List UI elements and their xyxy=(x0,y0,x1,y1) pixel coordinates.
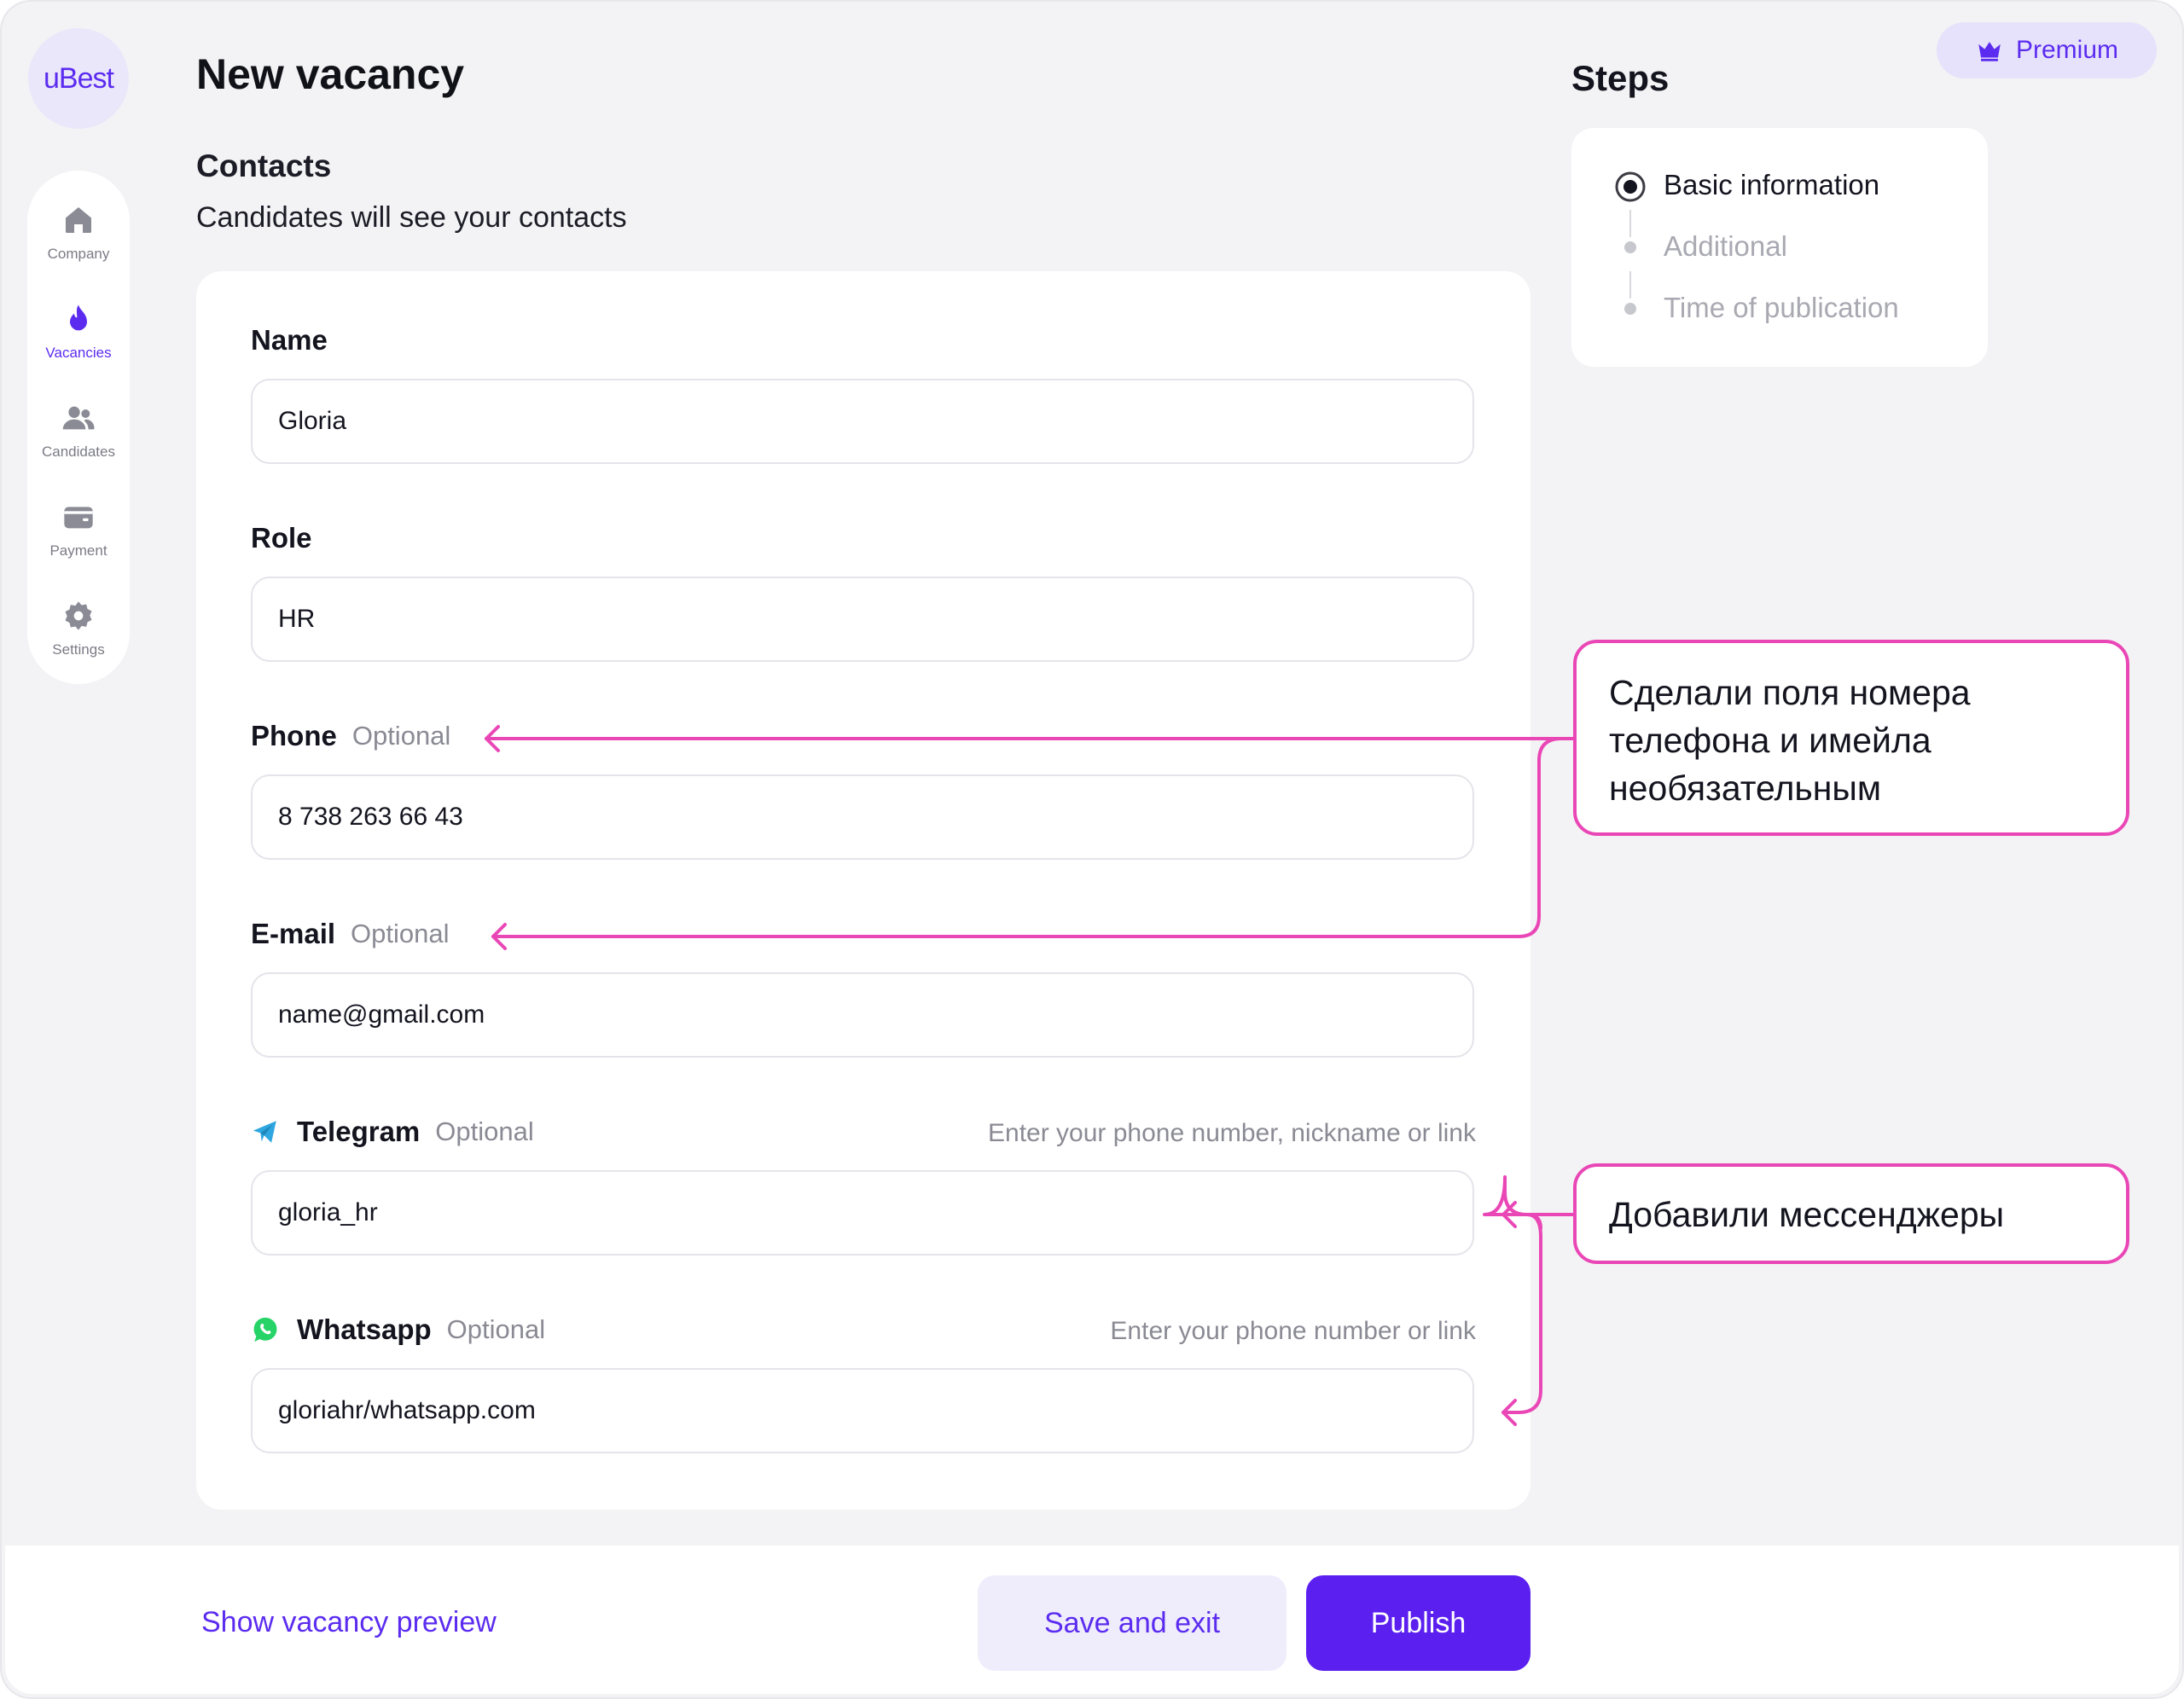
optional-tag: Optional xyxy=(435,1116,534,1146)
role-input[interactable] xyxy=(251,577,1474,662)
email-label-text: E-mail xyxy=(251,918,336,949)
step-connector xyxy=(1629,210,1631,237)
whatsapp-input[interactable] xyxy=(251,1368,1474,1453)
role-label: Role xyxy=(251,522,312,554)
whatsapp-hint: Enter your phone number or link xyxy=(1110,1317,1476,1345)
home-icon xyxy=(66,207,91,233)
section-title: Contacts xyxy=(196,148,332,183)
telegram-label: Telegram Optional xyxy=(251,1116,534,1148)
contacts-card: Name Role Phone Optional E-mail Optional… xyxy=(196,271,1531,1510)
step-active-radio-icon xyxy=(1615,171,1646,202)
name-input[interactable] xyxy=(251,379,1474,464)
app-window: uBest Company Vacancies Candidates Payme… xyxy=(0,0,2184,1699)
steps-title: Steps xyxy=(1571,58,1670,98)
name-label-text: Name xyxy=(251,324,328,356)
step-dot-icon xyxy=(1624,303,1636,315)
whatsapp-label-text: Whatsapp xyxy=(297,1313,432,1345)
step-basic-information[interactable]: Basic information xyxy=(1664,169,1879,201)
whatsapp-label: Whatsapp Optional xyxy=(251,1313,545,1346)
sidebar-item-candidates[interactable]: Candidates xyxy=(27,401,130,486)
sidebar: Company Vacancies Candidates Payment Set… xyxy=(27,171,130,684)
telegram-icon xyxy=(253,1121,276,1143)
users-icon xyxy=(62,406,95,430)
sidebar-item-label: Company xyxy=(47,246,110,262)
step-time-of-publication[interactable]: Time of publication xyxy=(1664,292,1899,324)
telegram-input[interactable] xyxy=(251,1170,1474,1255)
sidebar-item-vacancies[interactable]: Vacancies xyxy=(27,302,130,387)
sidebar-item-company[interactable]: Company xyxy=(27,203,130,288)
flame-icon xyxy=(70,304,87,331)
annotation-messengers: Добавили мессенджеры xyxy=(1573,1163,2129,1264)
publish-button[interactable]: Publish xyxy=(1306,1575,1531,1671)
save-and-exit-button[interactable]: Save and exit xyxy=(978,1575,1287,1671)
optional-tag: Optional xyxy=(446,1314,546,1344)
name-label: Name xyxy=(251,324,328,357)
phone-input[interactable] xyxy=(251,774,1474,860)
section-subtitle: Candidates will see your contacts xyxy=(196,201,627,234)
telegram-label-text: Telegram xyxy=(297,1116,421,1147)
steps-card: Basic information Additional Time of pub… xyxy=(1571,128,1988,367)
step-additional[interactable]: Additional xyxy=(1664,230,1787,263)
step-connector xyxy=(1629,271,1631,299)
telegram-hint: Enter your phone number, nickname or lin… xyxy=(988,1119,1476,1147)
phone-label: Phone Optional xyxy=(251,720,450,752)
publish-label: Publish xyxy=(1370,1606,1467,1639)
phone-label-text: Phone xyxy=(251,720,337,751)
sidebar-item-label: Payment xyxy=(49,542,107,559)
wallet-icon xyxy=(64,507,93,529)
annotation-optional-fields: Сделали поля номера телефона и имейла не… xyxy=(1573,640,2129,836)
gear-icon xyxy=(65,601,92,630)
email-label: E-mail Optional xyxy=(251,918,450,950)
whatsapp-icon xyxy=(253,1317,277,1342)
optional-tag: Optional xyxy=(351,721,451,751)
save-and-exit-label: Save and exit xyxy=(1043,1606,1221,1639)
email-input[interactable] xyxy=(251,972,1474,1058)
sidebar-item-settings[interactable]: Settings xyxy=(27,599,130,684)
sidebar-item-payment[interactable]: Payment xyxy=(27,500,130,585)
sidebar-item-label: Vacancies xyxy=(45,345,112,361)
show-vacancy-preview-link[interactable]: Show vacancy preview xyxy=(201,1606,497,1639)
logo-text: uBest xyxy=(44,61,114,95)
sidebar-item-label: Candidates xyxy=(41,444,115,460)
crown-icon xyxy=(1978,42,2001,61)
step-dot-icon xyxy=(1624,241,1636,253)
sidebar-item-label: Settings xyxy=(52,641,105,658)
logo[interactable]: uBest xyxy=(28,28,129,129)
page-title: New vacancy xyxy=(196,50,465,98)
premium-label: Premium xyxy=(2015,36,2118,64)
role-label-text: Role xyxy=(251,522,312,554)
optional-tag: Optional xyxy=(351,919,450,948)
premium-button[interactable]: Premium xyxy=(1937,22,2157,78)
